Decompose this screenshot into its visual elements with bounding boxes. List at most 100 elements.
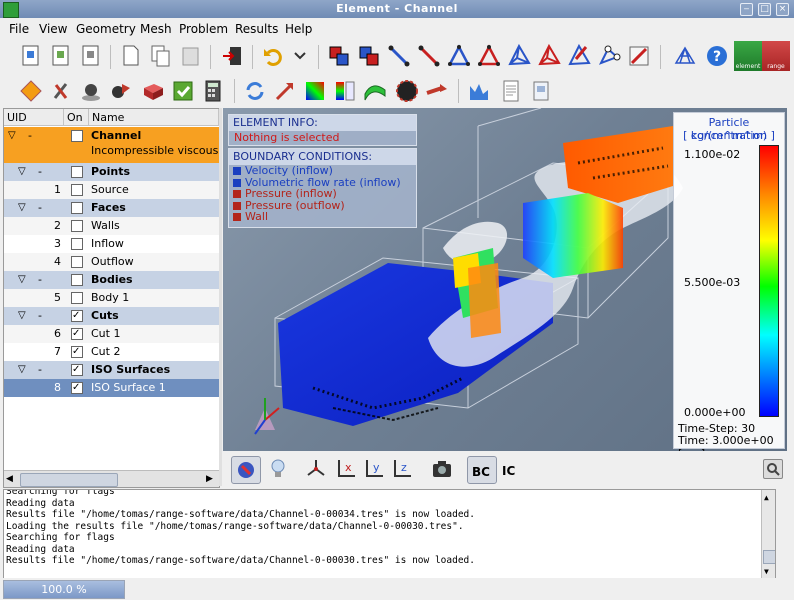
open-model-icon[interactable]: [48, 43, 74, 69]
tree-item-row[interactable]: 3 Inflow: [4, 235, 219, 253]
view-z-button[interactable]: z: [389, 456, 415, 482]
expand-toggle-icon[interactable]: ▽: [18, 199, 26, 217]
document-icon[interactable]: [528, 78, 554, 104]
mark-entities-icon[interactable]: [596, 43, 622, 69]
paste-icon[interactable]: [178, 43, 204, 69]
menu-results[interactable]: Results: [235, 22, 278, 36]
tree-group-row[interactable]: ▽ - Bodies: [4, 271, 219, 289]
help-icon[interactable]: ?: [704, 43, 730, 69]
visibility-checkbox[interactable]: [71, 361, 83, 379]
menu-problem[interactable]: Problem: [179, 22, 228, 36]
minimize-button[interactable]: ‒: [740, 3, 753, 16]
tree-item-row[interactable]: 4 Outflow: [4, 253, 219, 271]
expand-toggle-icon[interactable]: ▽: [18, 307, 26, 325]
column-header-uid[interactable]: UID: [4, 109, 64, 126]
select-elements-icon[interactable]: [356, 43, 382, 69]
tree-group-row[interactable]: ▽- ISO Surfaces: [4, 361, 219, 379]
tree-item-row[interactable]: 6 Cut 1: [4, 325, 219, 343]
panel-splitter[interactable]: [219, 108, 222, 486]
scroll-left-icon[interactable]: ◀: [6, 474, 13, 484]
log-scroll-thumb[interactable]: [763, 550, 775, 564]
view-y-button[interactable]: y: [361, 456, 387, 482]
color-scale-icon[interactable]: [332, 78, 358, 104]
problem-setup-icon[interactable]: [18, 78, 44, 104]
scroll-down-icon[interactable]: ▼: [764, 566, 769, 578]
scroll-up-icon[interactable]: ▲: [764, 492, 769, 504]
expand-toggle-icon[interactable]: ▽: [18, 271, 26, 289]
stream-line-icon[interactable]: [424, 78, 450, 104]
tetra-element-icon[interactable]: [506, 43, 532, 69]
triangle-element-red-icon[interactable]: [476, 43, 502, 69]
camera-icon[interactable]: [429, 456, 455, 482]
menu-help[interactable]: Help: [285, 22, 312, 36]
axis-3d-icon[interactable]: [303, 456, 329, 482]
tree-group-row[interactable]: ▽ - Faces: [4, 199, 219, 217]
report-icon[interactable]: [498, 78, 524, 104]
visibility-checkbox[interactable]: [71, 274, 83, 286]
show-model-edges-button[interactable]: [231, 456, 261, 484]
menu-mesh[interactable]: Mesh: [140, 22, 172, 36]
line-element-icon[interactable]: [386, 43, 412, 69]
expand-toggle-icon[interactable]: ▽: [8, 127, 16, 145]
graph-icon[interactable]: [466, 78, 492, 104]
expand-toggle-icon[interactable]: ▽: [18, 361, 26, 379]
view-settings-button[interactable]: [763, 459, 783, 479]
environment-condition-icon[interactable]: [108, 78, 134, 104]
surface-icon[interactable]: [362, 78, 388, 104]
menu-view[interactable]: View: [39, 22, 67, 36]
new-model-icon[interactable]: [18, 43, 44, 69]
log-vertical-scrollbar[interactable]: ▲ ▼: [761, 490, 775, 578]
tree-item-row[interactable]: 2 Walls: [4, 217, 219, 235]
view-x-button[interactable]: x: [333, 456, 359, 482]
visibility-checkbox[interactable]: [71, 238, 83, 250]
close-button[interactable]: ×: [776, 3, 789, 16]
material-icon[interactable]: [140, 78, 166, 104]
tree-root-row[interactable]: ▽ - Channel Incompressible viscous: [4, 127, 219, 163]
record-icon[interactable]: [394, 78, 420, 104]
light-bulb-icon[interactable]: [265, 456, 291, 482]
visibility-checkbox[interactable]: [71, 379, 83, 397]
refresh-icon[interactable]: [242, 78, 268, 104]
scroll-thumb[interactable]: [20, 473, 118, 487]
task-check-icon[interactable]: [170, 78, 196, 104]
column-header-name[interactable]: Name: [89, 109, 219, 126]
tree-group-row[interactable]: ▽ - Points: [4, 163, 219, 181]
merge-entities-icon[interactable]: [626, 43, 652, 69]
tree-item-row[interactable]: 1 Source: [4, 181, 219, 199]
visibility-checkbox[interactable]: [71, 343, 83, 361]
visibility-checkbox[interactable]: [71, 130, 83, 142]
chevron-down-icon[interactable]: [287, 43, 313, 69]
boundary-conditions-toggle[interactable]: BC: [467, 456, 497, 484]
tree-item-row[interactable]: 5 Body 1: [4, 289, 219, 307]
visibility-checkbox[interactable]: [71, 184, 83, 196]
undo-icon[interactable]: [260, 43, 286, 69]
initial-condition-icon[interactable]: [78, 78, 104, 104]
calculator-icon[interactable]: [200, 78, 226, 104]
tree-group-row[interactable]: ▽- Cuts: [4, 307, 219, 325]
visibility-checkbox[interactable]: [71, 325, 83, 343]
visibility-checkbox[interactable]: [71, 307, 83, 325]
triangle-element-icon[interactable]: [446, 43, 472, 69]
exit-icon[interactable]: [220, 43, 246, 69]
save-model-icon[interactable]: [78, 43, 104, 69]
menu-geometry[interactable]: Geometry: [76, 22, 136, 36]
menu-file[interactable]: File: [9, 22, 29, 36]
line-element-red-icon[interactable]: [416, 43, 442, 69]
scroll-right-icon[interactable]: ▶: [206, 474, 213, 484]
scalar-field-icon[interactable]: [302, 78, 328, 104]
tree-item-row[interactable]: 7 Cut 2: [4, 343, 219, 361]
column-header-on[interactable]: On: [64, 109, 89, 126]
visibility-checkbox[interactable]: [71, 202, 83, 214]
visibility-checkbox[interactable]: [71, 292, 83, 304]
tree-horizontal-scrollbar[interactable]: ◀ ▶: [4, 470, 219, 487]
find-element-icon[interactable]: [566, 43, 592, 69]
visibility-checkbox[interactable]: [71, 256, 83, 268]
model-viewport[interactable]: ELEMENT INFO: Nothing is selected BOUNDA…: [223, 108, 787, 451]
mesh-icon[interactable]: [672, 43, 698, 69]
visibility-checkbox[interactable]: [71, 166, 83, 178]
vector-field-icon[interactable]: [272, 78, 298, 104]
visibility-checkbox[interactable]: [71, 220, 83, 232]
tetra-element-red-icon[interactable]: [536, 43, 562, 69]
tree-item-row[interactable]: 8 ISO Surface 1: [4, 379, 219, 397]
tools-icon[interactable]: [48, 78, 74, 104]
